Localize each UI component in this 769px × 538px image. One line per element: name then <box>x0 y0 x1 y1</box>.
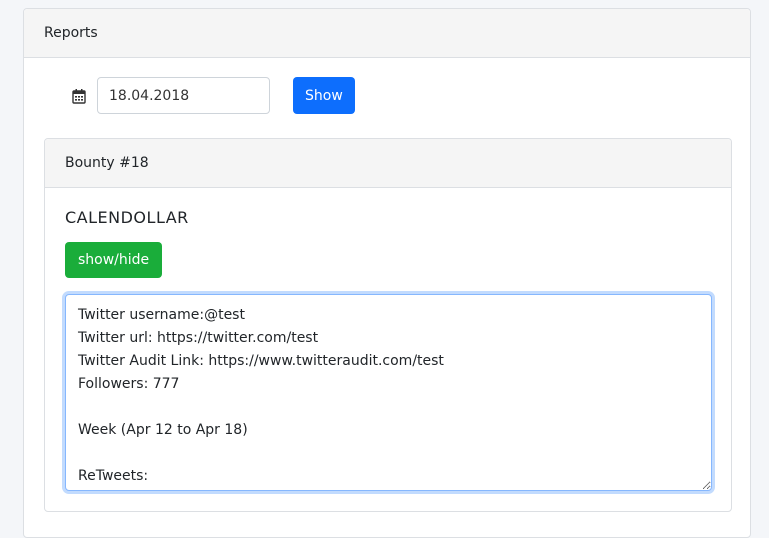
show-button[interactable]: Show <box>293 77 355 114</box>
date-input[interactable] <box>97 77 270 114</box>
bounty-card-header: Bounty #18 <box>45 139 731 188</box>
company-name: CALENDOLLAR <box>65 208 189 227</box>
calendar-icon <box>72 88 86 104</box>
reports-title: Reports <box>44 25 98 41</box>
show-hide-button[interactable]: show/hide <box>65 242 163 278</box>
bounty-card: Bounty #18 CALENDOLLAR show/hide Twitter… <box>44 138 732 512</box>
report-textarea[interactable]: Twitter username:@test Twitter url: http… <box>65 294 712 491</box>
reports-card: Reports Show Bounty #18 CALENDOLLAR show… <box>23 8 751 538</box>
date-toolbar: Show <box>72 77 355 114</box>
reports-card-header: Reports <box>24 9 750 58</box>
bounty-title: Bounty #18 <box>65 155 149 171</box>
